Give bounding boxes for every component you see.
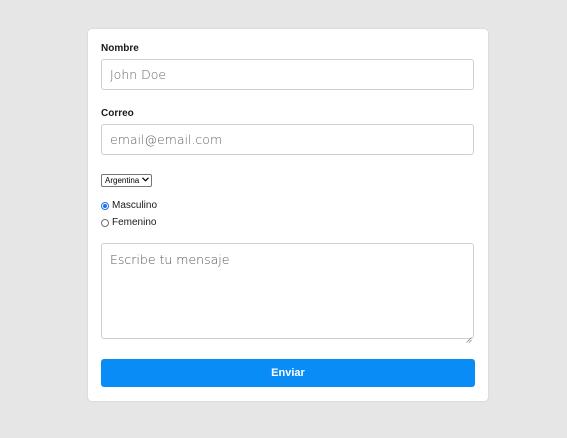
email-input[interactable] (101, 124, 474, 155)
submit-button[interactable]: Enviar (101, 359, 475, 387)
chevron-down-icon (142, 177, 150, 184)
country-select[interactable]: Argentina (101, 174, 153, 187)
message-textarea[interactable]: Escribe tu mensaje (101, 243, 474, 343)
name-input[interactable] (101, 59, 474, 90)
name-label: Nombre (101, 43, 139, 54)
gender-option-femenino[interactable]: Femenino (101, 217, 156, 228)
radio-button-unchecked[interactable] (101, 218, 109, 227)
contact-form-card: Nombre Correo Argentina Masculino Femeni… (88, 29, 488, 401)
resize-grip-icon[interactable] (466, 331, 472, 343)
country-selected-value: Argentina (105, 176, 140, 185)
gender-option-label: Femenino (112, 217, 157, 228)
gender-option-masculino[interactable]: Masculino (101, 200, 157, 211)
message-placeholder: Escribe tu mensaje (110, 252, 230, 267)
gender-option-label: Masculino (112, 200, 158, 211)
email-label: Correo (101, 108, 134, 119)
radio-button-checked[interactable] (101, 201, 109, 210)
